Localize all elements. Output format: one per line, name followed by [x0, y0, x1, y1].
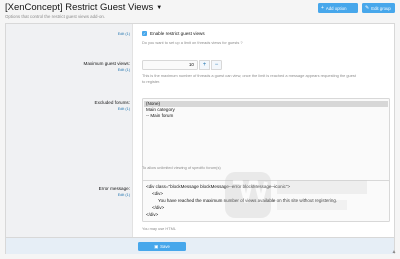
add-option-label: Add option [325, 5, 347, 11]
page-subtitle: Options that control the restrict guest … [5, 14, 106, 19]
max-views-hint-1: This is the maximum number of threads a … [142, 73, 356, 78]
plus-icon: + [202, 62, 207, 68]
enable-restrict-hint: Do you want to set up a limit on threads… [142, 40, 243, 45]
scroll-up-icon[interactable]: ▲ [390, 249, 398, 257]
max-views-input[interactable]: 10 [142, 60, 198, 70]
chevron-down-icon[interactable]: ▼ [156, 5, 162, 11]
code-line: </div> [146, 212, 159, 217]
edit-icon: ✎ [365, 5, 370, 11]
page-title: [XenConcept] Restrict Guest Views ▼ [5, 2, 162, 13]
edit-link-max-views[interactable]: Edit (1) [118, 68, 130, 72]
plus-icon: + [321, 5, 324, 11]
edit-link-excluded-forums[interactable]: Edit (1) [118, 107, 130, 111]
code-line: <div> [152, 191, 164, 196]
edit-link-enable[interactable]: Edit (1) [118, 32, 130, 36]
max-views-label: Maximum guest views: [83, 61, 130, 66]
edit-link-error[interactable]: Edit (1) [118, 193, 130, 197]
forum-option[interactable]: -- Main forum [144, 113, 388, 119]
save-icon: ▣ [154, 243, 159, 249]
minus-icon: − [214, 62, 219, 68]
increment-button[interactable]: + [199, 60, 210, 70]
watermark-logo [225, 172, 367, 218]
enable-restrict-label: Enable restrict guest views [150, 31, 205, 36]
excluded-forums-label: Excluded forums: [94, 100, 131, 105]
excluded-forums-hint: To allow unlimited viewing of specific f… [142, 165, 221, 170]
decrement-button[interactable]: − [211, 60, 222, 70]
error-message-label: Error message: [98, 186, 130, 191]
edit-group-label: Edit group [371, 5, 391, 11]
labels-column [6, 24, 133, 253]
page-title-text: [XenConcept] Restrict Guest Views [5, 2, 154, 13]
enable-restrict-checkbox[interactable]: ✓ [142, 31, 147, 36]
code-line: </div> [152, 205, 165, 210]
error-message-hint: You may use HTML [142, 226, 177, 231]
add-option-button[interactable]: + Add option [318, 3, 358, 13]
save-label: Save [160, 244, 170, 249]
max-views-hint-2: to register. [142, 79, 161, 84]
edit-group-button[interactable]: ✎ Edit group [362, 3, 395, 13]
save-button[interactable]: ▣ Save [138, 242, 186, 251]
